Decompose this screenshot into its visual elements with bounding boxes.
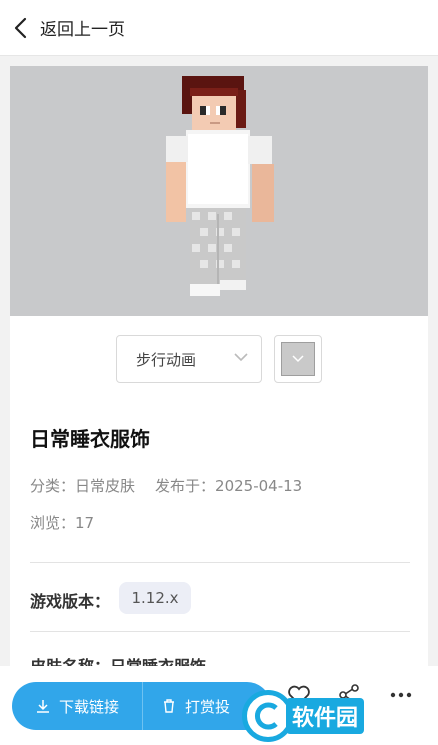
skin-title: 日常睡衣服饰 bbox=[30, 427, 150, 451]
download-icon bbox=[36, 700, 49, 713]
skin-figure bbox=[166, 76, 274, 296]
published-label: 发布于： bbox=[155, 477, 216, 495]
divider bbox=[30, 562, 410, 563]
download-label: 下载链接 bbox=[58, 697, 119, 716]
animation-toggle-button[interactable] bbox=[274, 335, 322, 383]
skin-3d-preview[interactable] bbox=[10, 66, 428, 316]
back-label: 返回上一页 bbox=[40, 20, 125, 40]
download-button[interactable]: 下载链接 bbox=[12, 682, 142, 730]
chevron-down-icon bbox=[234, 353, 248, 362]
divider bbox=[30, 631, 410, 632]
game-version-chip[interactable]: 1.12.x bbox=[119, 582, 191, 614]
game-version-label: 游戏版本： bbox=[30, 592, 111, 611]
chevron-left-icon bbox=[14, 17, 27, 38]
skin-meta-row: 分类：日常皮肤 发布于：2025-04-13 bbox=[30, 475, 302, 496]
animation-select[interactable]: 步行动画 bbox=[116, 335, 262, 383]
animation-toggle-inner bbox=[281, 342, 315, 376]
category-label: 分类： bbox=[30, 477, 76, 495]
chevron-down-icon bbox=[292, 355, 304, 363]
tip-label: 打赏投 bbox=[185, 697, 231, 716]
views-row: 浏览：17 bbox=[30, 512, 94, 533]
published-value: 2025-04-13 bbox=[215, 477, 303, 495]
watermark: 软件园 CR173.COM bbox=[242, 686, 438, 745]
skin-detail-card: 步行动画 日常睡衣服饰 分类：日常皮肤 发布于：2025-04-13 浏览：17 … bbox=[10, 66, 428, 676]
views-label: 浏览： bbox=[30, 514, 76, 532]
trash-tip-icon bbox=[164, 699, 174, 713]
top-bar: 返回上一页 bbox=[0, 0, 438, 56]
back-button[interactable]: 返回上一页 bbox=[12, 8, 125, 48]
watermark-sub: CR173.COM bbox=[376, 731, 430, 741]
category-value: 日常皮肤 bbox=[75, 477, 136, 495]
animation-select-value: 步行动画 bbox=[136, 350, 197, 369]
views-value: 17 bbox=[75, 514, 95, 532]
watermark-text: 软件园 bbox=[286, 697, 365, 734]
